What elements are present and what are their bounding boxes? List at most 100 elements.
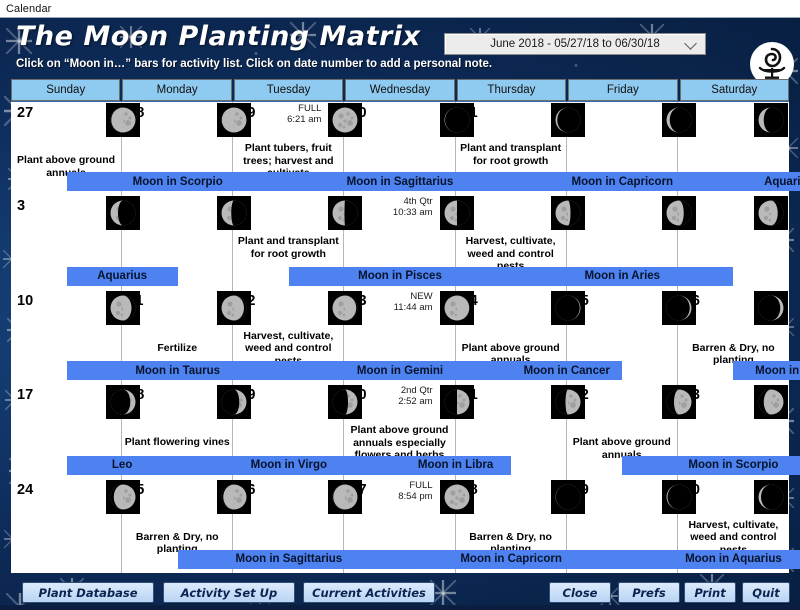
- week-row: 27Plant above ground annuals2829FULL6:21…: [11, 101, 800, 197]
- zodiac-bar[interactable]: Moon in Capricorn: [511, 172, 734, 192]
- zodiac-bar[interactable]: Aquarius: [66, 266, 178, 286]
- moon-phase-icon: [217, 290, 252, 325]
- button-label: Plant Database: [38, 585, 138, 600]
- activity-set-up-button[interactable]: Activity Set Up: [163, 582, 295, 603]
- moon-phase-icon: [753, 385, 788, 420]
- zodiac-bar[interactable]: Moon in Gemini: [288, 361, 512, 381]
- moon-phase-icon: [661, 290, 696, 325]
- moon-phase-label: FULL 8:54 pm: [398, 480, 434, 502]
- moon-phase-name: 2nd Qtr: [400, 385, 433, 397]
- moon-phase-icon: [439, 103, 474, 137]
- week-row: 1011Fertilize12Harvest, cultivate, weed …: [11, 289, 800, 385]
- day-number[interactable]: 27: [17, 105, 33, 121]
- day-number[interactable]: 3: [17, 198, 25, 214]
- zodiac-bar-label: Moon in Sagittarius: [346, 175, 454, 188]
- zodiac-bar[interactable]: Moon in Cancer: [511, 361, 623, 381]
- day-header-tuesday: Tuesday: [233, 79, 344, 101]
- period-select-value: June 2018 - 05/27/18 to 06/30/18: [490, 38, 660, 50]
- moon-phase-icon: [328, 479, 363, 514]
- button-label: Activity Set Up: [180, 585, 278, 600]
- button-label: Close: [562, 585, 598, 600]
- moon-phase-icon: [106, 290, 141, 325]
- moon-phase-icon: [550, 103, 585, 137]
- moon-phase-icon: [753, 290, 788, 325]
- zodiac-bar[interactable]: Moon in Capricorn: [400, 549, 623, 569]
- quit-button[interactable]: Quit: [742, 582, 790, 603]
- moon-phase-icon: [328, 385, 363, 420]
- button-label: Quit: [752, 585, 780, 600]
- zodiac-bar-label: Moon in Virgo: [250, 459, 328, 472]
- current-activities-button[interactable]: Current Activities: [303, 582, 435, 603]
- moon-phase-icon: [106, 103, 141, 137]
- zodiac-bar[interactable]: Moon in Sagittarius: [288, 172, 512, 192]
- activity-text: Plant flowering vines: [124, 436, 230, 449]
- zodiac-bar[interactable]: Moon in Aquarius: [622, 549, 800, 569]
- moon-phase-icon: [439, 479, 474, 514]
- week-row: 1718Plant flowering vines19202nd Qtr2:52…: [11, 384, 800, 479]
- moon-phase-icon: [550, 385, 585, 420]
- close-button[interactable]: Close: [549, 582, 611, 603]
- moon-phase-label: 4th Qtr 10:33 am: [393, 196, 435, 218]
- zodiac-bar[interactable]: Moon in Libra: [400, 455, 512, 475]
- moon-phase-icon: [106, 196, 141, 231]
- day-number[interactable]: 17: [17, 387, 33, 403]
- moon-phase-icon: [661, 196, 696, 231]
- moon-phase-icon: [439, 290, 474, 325]
- page-title: The Moon Planting Matrix: [16, 21, 421, 52]
- week-row: 345Plant and transplant for root growth6…: [11, 195, 789, 290]
- zodiac-bar-label: Moon in Capricorn: [571, 175, 674, 188]
- moon-phase-icon: [328, 103, 363, 137]
- moon-phase-icon: [550, 196, 585, 231]
- day-header-label: Saturday: [711, 84, 758, 96]
- moon-phase-icon: [753, 196, 788, 231]
- zodiac-bar[interactable]: Moon in Sagittarius: [177, 549, 400, 569]
- button-label: Prefs: [632, 585, 666, 600]
- zodiac-bar[interactable]: Moon in Scorpio: [622, 455, 800, 475]
- moon-phase-icon: [439, 196, 474, 231]
- zodiac-bar-label: Moon in Capricorn: [460, 553, 562, 566]
- zodiac-bar-label: Moon in Taurus: [135, 364, 221, 377]
- moon-phase-icon: [328, 290, 363, 325]
- moon-phase-icon: [217, 479, 252, 514]
- activity-text: Fertilize: [157, 341, 198, 354]
- zodiac-bar-label: Moon in Cancer: [523, 364, 610, 377]
- zodiac-bar-label: Moon in Aquarius: [685, 553, 782, 566]
- zodiac-bar[interactable]: Moon in Scorpio: [66, 172, 289, 192]
- moon-phase-name: FULL: [298, 103, 322, 114]
- zodiac-bar[interactable]: Moon in Aries: [511, 266, 734, 286]
- zodiac-bar-label: Moon in Sagittarius: [235, 553, 343, 566]
- day-cell[interactable]: 24: [11, 478, 141, 573]
- day-number[interactable]: 10: [17, 293, 33, 309]
- prefs-button[interactable]: Prefs: [618, 582, 680, 603]
- zodiac-bar[interactable]: Moon in Virgo: [177, 455, 400, 475]
- week-rows: 27Plant above ground annuals2829FULL6:21…: [11, 101, 800, 573]
- zodiac-bar[interactable]: Moon in Taurus: [66, 361, 289, 381]
- window-title: Calendar: [6, 2, 52, 15]
- day-header-wednesday: Wednesday: [345, 79, 455, 101]
- activity-text: Plant and transplant for root growth: [460, 142, 562, 167]
- day-number[interactable]: 24: [17, 482, 33, 498]
- zodiac-bar-label: Moon in Leo: [755, 364, 800, 377]
- window-bottom-edge: [0, 605, 800, 610]
- calendar-window: Calendar The Moon Planting Matrix Click …: [0, 0, 800, 610]
- button-label: Current Activities: [312, 585, 426, 600]
- zodiac-bar-label: Moon in Scorpio: [132, 175, 223, 188]
- day-header-label: Sunday: [46, 84, 86, 96]
- moon-phase-name: FULL: [409, 479, 433, 491]
- moon-phase-icon: [661, 385, 696, 420]
- moon-phase-label: 2nd Qtr 2:52 am: [398, 385, 434, 407]
- zodiac-bar[interactable]: Aquarius: [733, 172, 800, 192]
- period-select[interactable]: June 2018 - 05/27/18 to 06/30/18: [444, 33, 706, 55]
- print-button[interactable]: Print: [684, 582, 736, 603]
- moon-phase-name: NEW: [410, 290, 433, 302]
- week-row: 2425Barren & Dry, no planting2627FULL8:5…: [11, 478, 800, 573]
- zodiac-bar[interactable]: Moon in Pisces: [288, 266, 512, 286]
- plant-database-button[interactable]: Plant Database: [22, 582, 154, 603]
- zodiac-bar-label: Moon in Libra: [417, 459, 494, 472]
- moon-phase-time: 10:33 am: [392, 207, 433, 219]
- zodiac-bar[interactable]: Leo: [66, 455, 178, 475]
- day-header-label: Tuesday: [266, 84, 311, 96]
- zodiac-bar[interactable]: Moon in Leo: [733, 361, 800, 381]
- moon-phase-icon: [328, 196, 363, 231]
- app-header: The Moon Planting Matrix Click on “Moon …: [0, 18, 800, 86]
